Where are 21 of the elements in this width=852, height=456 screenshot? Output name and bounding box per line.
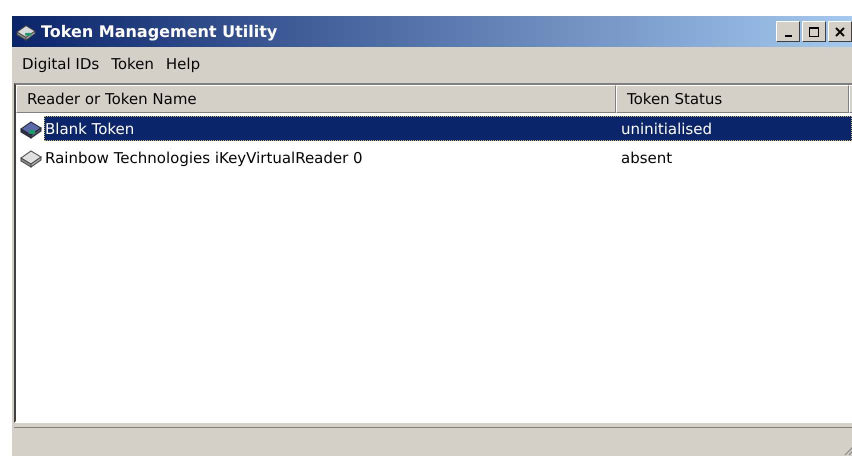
token-status: absent [621, 148, 672, 166]
menu-item[interactable]: Digital IDs [16, 55, 106, 73]
close-icon [834, 26, 846, 38]
list-row[interactable]: Rainbow Technologies iKeyVirtualReader 0 absent [44, 145, 852, 170]
column-header[interactable]: Token Status [616, 85, 849, 113]
card-reader-icon [18, 148, 44, 168]
column-header[interactable]: Reader or Token Name [16, 85, 616, 113]
token-name: Rainbow Technologies iKeyVirtualReader 0 [45, 148, 364, 166]
maximize-button[interactable] [802, 21, 826, 42]
card-reader-icon [15, 22, 37, 40]
menu-item[interactable]: Help [160, 55, 206, 73]
window-title: Token Management Utility [41, 22, 278, 41]
token-status: uninitialised [621, 120, 712, 138]
maximize-icon [808, 26, 820, 38]
token-name: Blank Token [45, 120, 136, 138]
close-button[interactable] [828, 21, 852, 42]
token-icon [18, 118, 44, 138]
minimize-icon [784, 34, 792, 36]
menu-item[interactable]: Token [105, 55, 160, 73]
list-row[interactable]: Blank Token uninitialised [44, 116, 852, 141]
minimize-button[interactable] [776, 21, 800, 42]
